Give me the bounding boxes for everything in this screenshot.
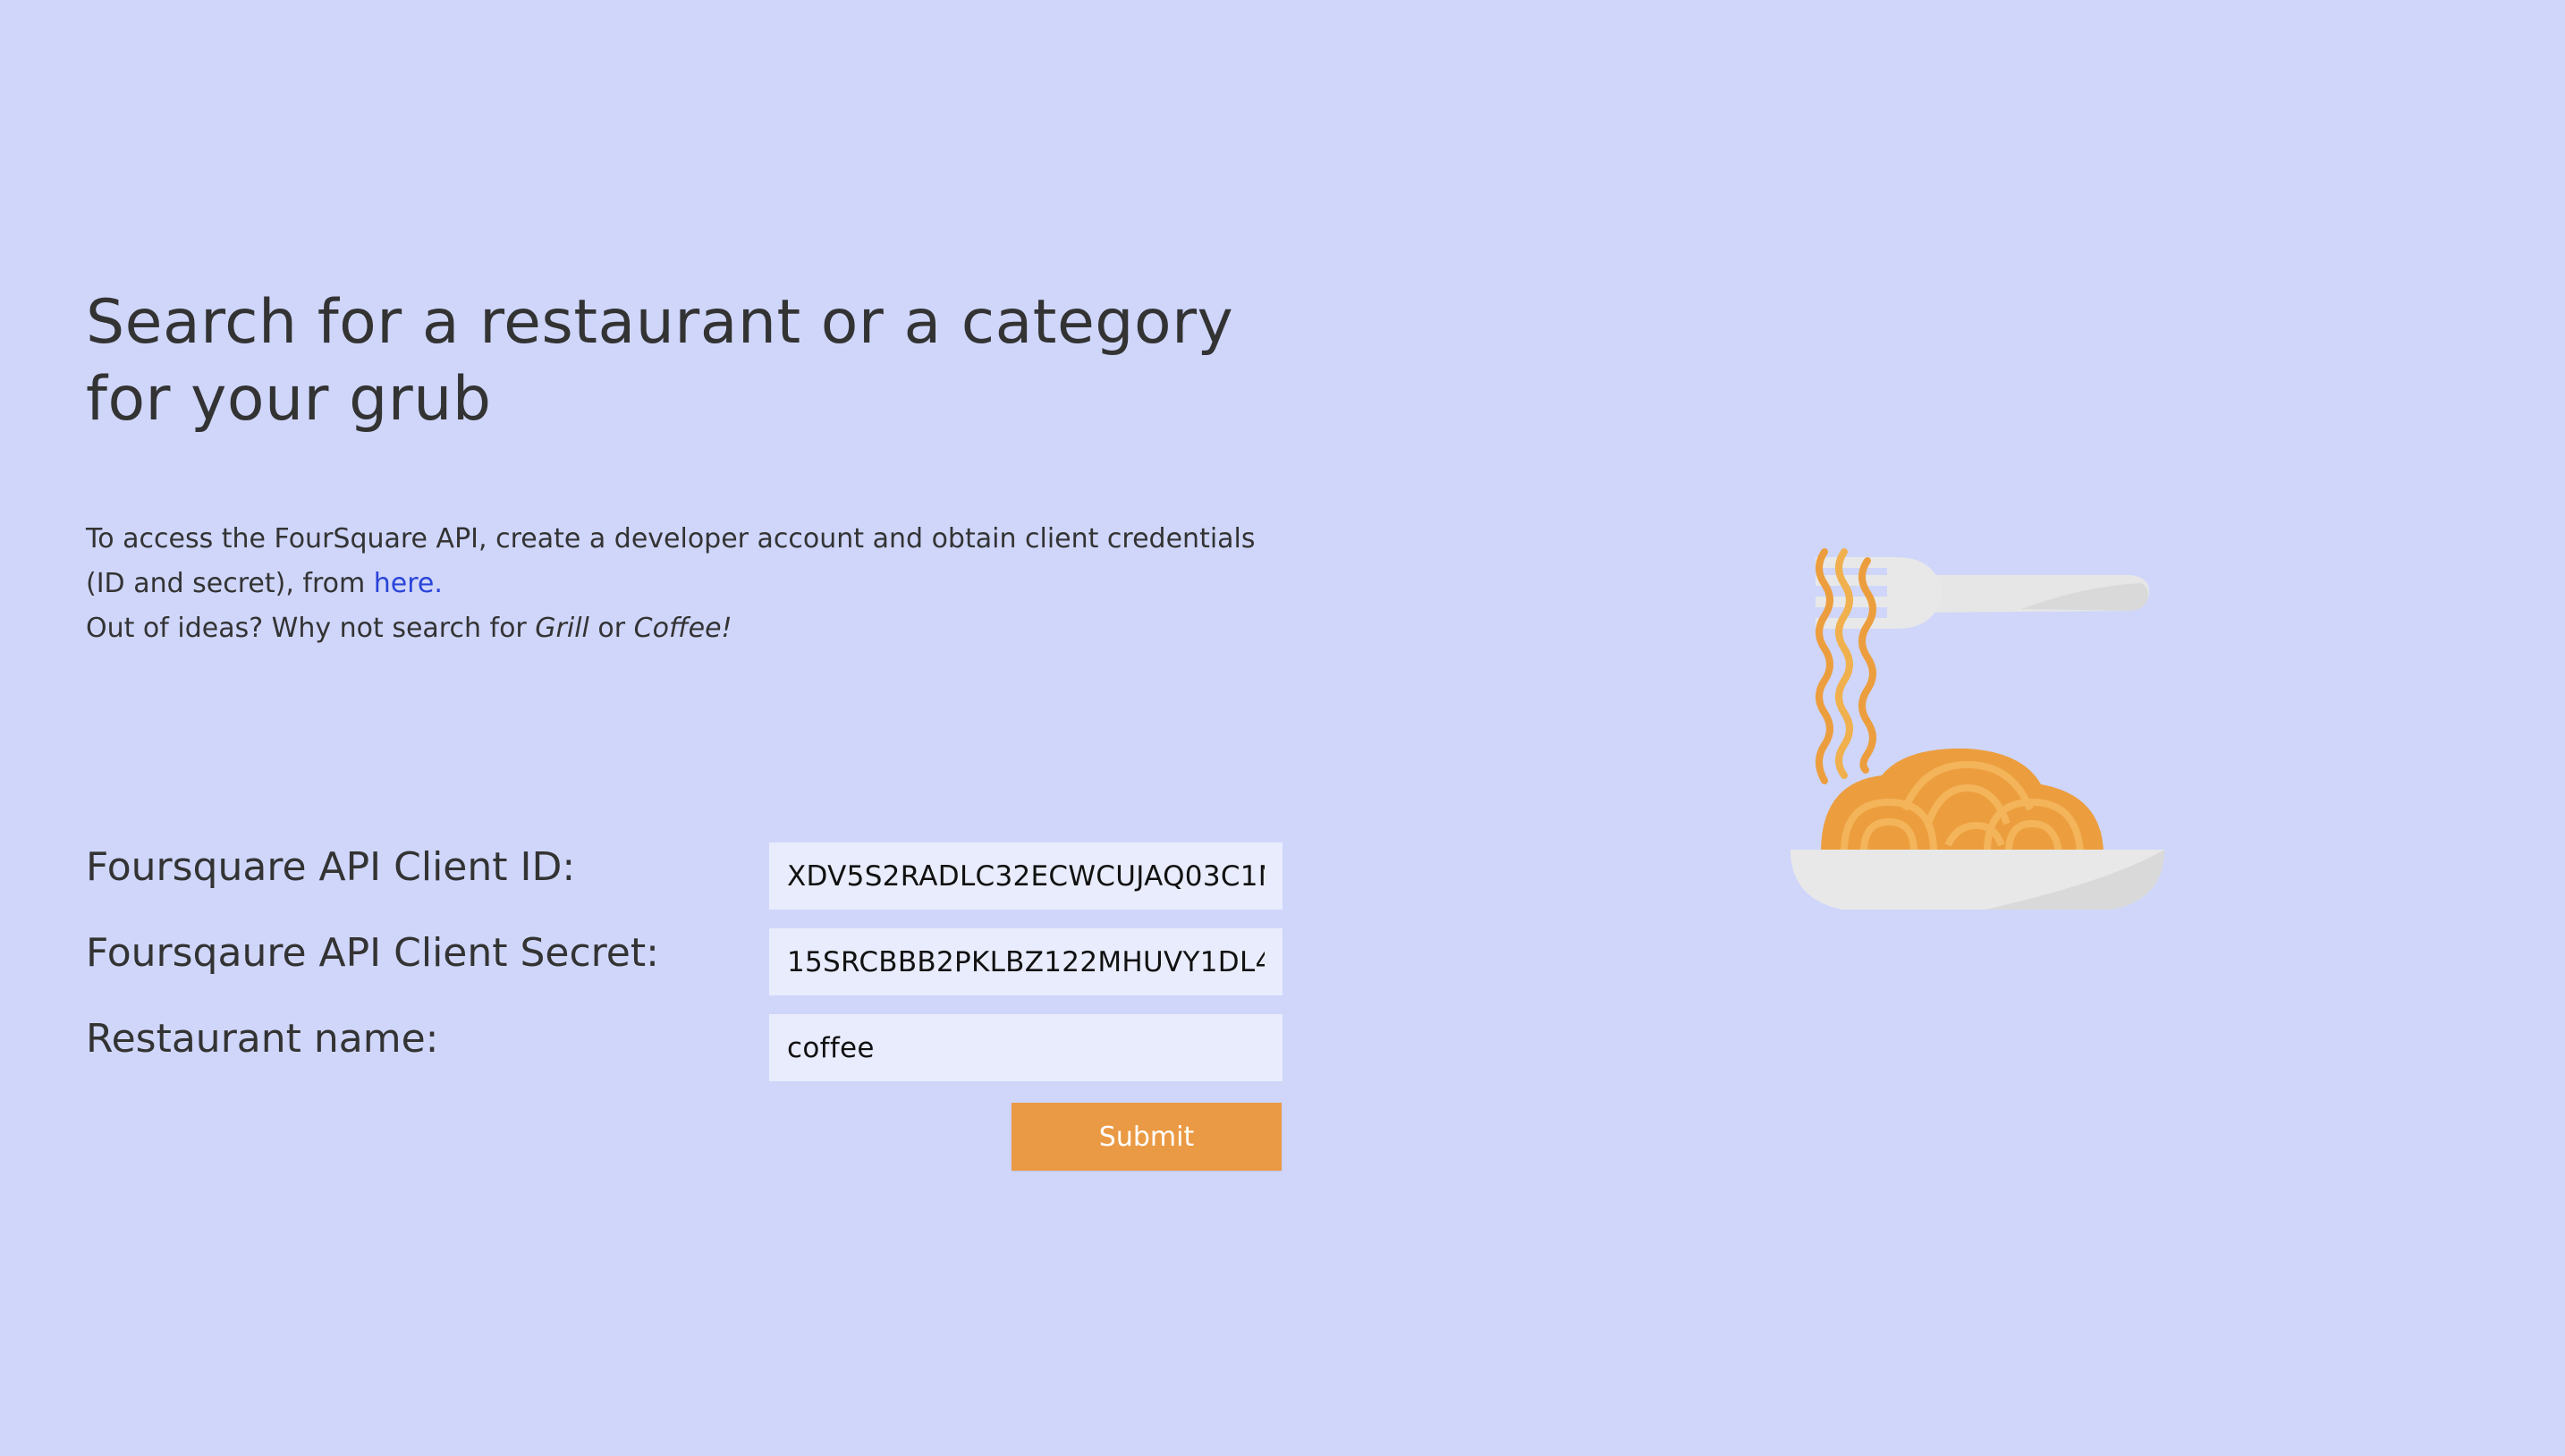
submit-button[interactable]: Submit [1012,1103,1282,1171]
search-form: Foursquare API Client ID: Foursqaure API… [86,842,1284,1172]
page: Search for a restaurant or a category fo… [0,0,2565,1456]
intro-line1: To access the FourSquare API, create a d… [86,523,1256,599]
suggestion-coffee: Coffee! [633,613,732,644]
foursquare-link[interactable]: here. [374,568,443,599]
submit-row: Submit [86,1100,1284,1172]
or-text: or [588,613,634,644]
restaurant-name-input[interactable] [769,1014,1282,1081]
client-id-input[interactable] [769,842,1282,910]
restaurant-row: Restaurant name: [86,1014,1284,1081]
page-title: Search for a restaurant or a category fo… [86,287,1234,435]
client-id-row: Foursquare API Client ID: [86,842,1284,910]
client-secret-input[interactable] [769,928,1282,995]
intro-line2: Out of ideas? Why not search for [86,613,536,644]
noodles-fork-icon [1789,541,2164,917]
restaurant-name-label: Restaurant name: [86,1016,439,1062]
client-secret-label: Foursqaure API Client Secret: [86,930,659,976]
intro-text: To access the FourSquare API, create a d… [86,517,1284,651]
client-id-label: Foursquare API Client ID: [86,844,576,890]
client-secret-row: Foursqaure API Client Secret: [86,928,1284,995]
suggestion-grill: Grill [535,613,589,644]
intro-section: Search for a restaurant or a category fo… [86,284,1320,651]
